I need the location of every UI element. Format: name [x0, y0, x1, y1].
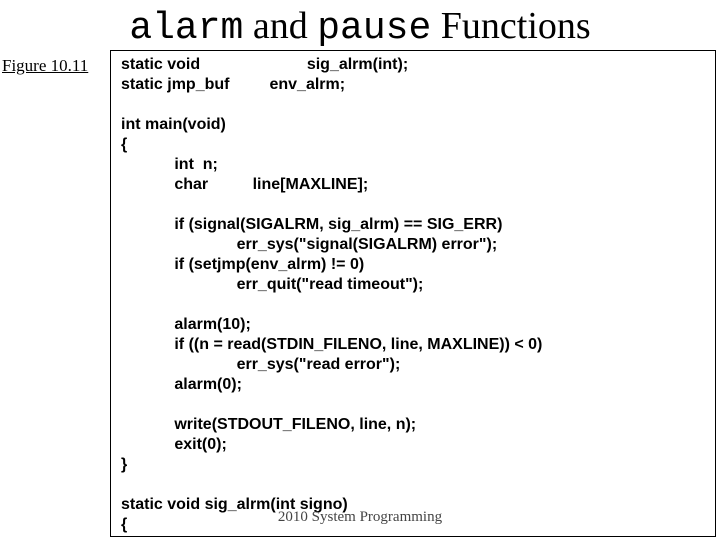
title-text-2: Functions	[431, 5, 590, 47]
title-code-1: alarm	[129, 7, 243, 50]
code-listing: static void sig_alrm(int); static jmp_bu…	[110, 50, 716, 537]
slide-title: alarm and pause Functions	[0, 0, 720, 52]
title-code-2: pause	[317, 7, 431, 50]
figure-label: Figure 10.11	[2, 56, 88, 76]
title-text-1: and	[243, 5, 317, 47]
